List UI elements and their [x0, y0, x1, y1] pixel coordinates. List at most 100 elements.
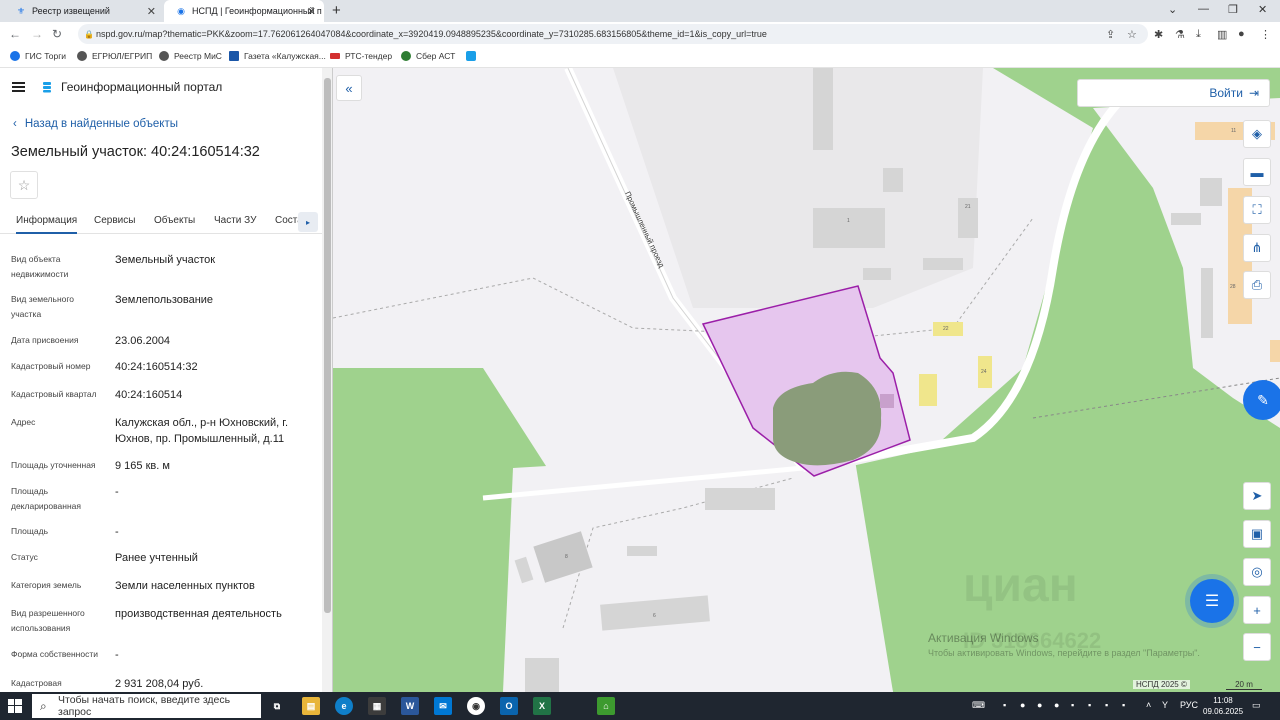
bookmark-label: Сбер АСТ: [416, 51, 456, 61]
building: [923, 258, 963, 270]
tray-icon[interactable]: ●: [1020, 700, 1025, 710]
tray-icon[interactable]: ▪: [1071, 700, 1074, 710]
mail-icon[interactable]: ✉: [434, 697, 452, 715]
chat-icon[interactable]: ☰: [1190, 579, 1234, 623]
download-icon[interactable]: ⤓: [1196, 28, 1201, 41]
back-link[interactable]: ‹ Назад в найденные объекты: [13, 118, 178, 130]
bookmark-icon: [77, 51, 87, 61]
share-icon[interactable]: ⋔: [1243, 234, 1271, 262]
house-number: 6: [653, 613, 656, 619]
property-value: Землепользование: [115, 294, 214, 306]
close-window-icon[interactable]: ✕: [1258, 3, 1267, 16]
property-value: 9 165 кв. м: [115, 460, 170, 472]
keyboard-icon[interactable]: ⌨: [972, 700, 985, 711]
building: [705, 488, 775, 510]
select-area-icon[interactable]: ⛶: [1243, 196, 1271, 224]
property-label: Адрес: [11, 417, 36, 427]
tray-icon[interactable]: ▪: [1003, 700, 1006, 710]
language-indicator[interactable]: РУС: [1180, 700, 1198, 710]
taskbar-search-input[interactable]: ⌕ Чтобы начать поиск, введите здесь запр…: [32, 694, 261, 718]
tab-strip: ⚜ Реестр извещений ✕ ◉ НСПД | Геоинформа…: [0, 0, 1280, 22]
share-icon[interactable]: ⇪: [1106, 28, 1115, 41]
chevron-right-icon[interactable]: ▸: [298, 212, 318, 232]
url-text: nspd.gov.ru/map?thematic=PKK&zoom=17.762…: [96, 29, 767, 39]
tab-objects[interactable]: Объекты: [154, 215, 195, 226]
close-icon[interactable]: ✕: [147, 5, 156, 18]
close-icon[interactable]: ✕: [307, 5, 316, 18]
property-value: -: [115, 526, 119, 538]
reload-icon[interactable]: ↻: [52, 27, 62, 41]
new-tab-icon[interactable]: +: [332, 2, 341, 19]
print-icon[interactable]: ⎙: [1243, 271, 1271, 299]
bookmark-egrul[interactable]: ЕГРЮЛ/ЕГРИП: [77, 51, 152, 61]
sidebar-scrollbar[interactable]: [322, 68, 332, 692]
map-canvas[interactable]: 1 21 22 24 11 28 6 8 Промышленный проезд: [333, 68, 1280, 692]
menu-dots-icon[interactable]: ⋮: [1260, 28, 1271, 41]
globe-icon: ◉: [177, 5, 185, 16]
bookmark-rts[interactable]: РТС-тендер: [330, 51, 392, 61]
extensions-icon[interactable]: ✱: [1154, 28, 1163, 41]
tab-nspd[interactable]: ◉ НСПД | Геоинформационный п ✕: [164, 0, 324, 22]
tab-info[interactable]: Информация: [16, 215, 78, 234]
building: [1171, 213, 1201, 225]
house-number: 21: [965, 204, 971, 210]
notifications-icon[interactable]: ▭: [1252, 700, 1261, 711]
login-button[interactable]: Войти ⇥: [1077, 79, 1270, 107]
tab-services[interactable]: Сервисы: [94, 215, 135, 226]
layers-icon[interactable]: ◈: [1243, 120, 1271, 148]
store-icon[interactable]: ▦: [368, 697, 386, 715]
windows-start-icon[interactable]: [8, 699, 22, 713]
restore-icon[interactable]: ❐: [1228, 3, 1238, 16]
minimize-icon[interactable]: —: [1198, 3, 1209, 15]
word-icon[interactable]: W: [401, 697, 419, 715]
forward-icon[interactable]: →: [31, 27, 43, 41]
chevron-down-icon[interactable]: ⌄: [1168, 3, 1177, 16]
bookmark-star-icon[interactable]: ☆: [1127, 28, 1137, 41]
edge-icon[interactable]: e: [335, 697, 353, 715]
address-bar[interactable]: 🔒 nspd.gov.ru/map?thematic=PKK&zoom=17.7…: [78, 24, 1148, 44]
favorite-star-icon[interactable]: ☆: [10, 171, 38, 199]
menu-icon[interactable]: [12, 82, 25, 92]
tray-icon[interactable]: ●: [1037, 700, 1042, 710]
zoom-out-button[interactable]: −: [1243, 633, 1271, 661]
scroll-thumb[interactable]: [324, 78, 331, 613]
excel-icon[interactable]: X: [533, 697, 551, 715]
feedback-icon[interactable]: ✎: [1243, 380, 1280, 420]
tray-icon[interactable]: ▪: [1122, 700, 1125, 710]
bookmark-gis-torgi[interactable]: ГИС Торги: [10, 51, 66, 61]
outlook-icon[interactable]: O: [500, 697, 518, 715]
zoom-in-button[interactable]: +: [1243, 596, 1271, 624]
back-icon[interactable]: ←: [9, 27, 21, 41]
building: [813, 208, 885, 248]
tray-icon[interactable]: ▪: [1088, 700, 1091, 710]
bookmark-reestr-mis[interactable]: Реестр МиС: [159, 51, 222, 61]
back-link-label: Назад в найденные объекты: [24, 118, 179, 130]
tray-icon[interactable]: ●: [1054, 700, 1059, 710]
bookmark-sber-ast[interactable]: Сбер АСТ: [401, 51, 455, 61]
chrome-icon[interactable]: ◉: [467, 697, 485, 715]
yandex-icon[interactable]: Y: [1162, 700, 1168, 710]
tab-parts[interactable]: Части ЗУ: [214, 215, 256, 226]
clock[interactable]: 11:08 09.06.2025: [1203, 695, 1243, 717]
locate-icon[interactable]: ➤: [1243, 482, 1271, 510]
property-value: 40:24:160514:32: [115, 361, 198, 373]
home-app-icon[interactable]: ⌂: [597, 697, 615, 715]
login-icon: ⇥: [1248, 86, 1259, 100]
bookmark-nspd[interactable]: [466, 51, 481, 61]
tab-reestr[interactable]: ⚜ Реестр извещений ✕: [4, 0, 164, 22]
task-view-icon[interactable]: ⧉: [268, 697, 286, 715]
file-explorer-icon[interactable]: ▤: [302, 697, 320, 715]
minimap-icon[interactable]: ▣: [1243, 520, 1271, 548]
tray-icon[interactable]: ▪: [1105, 700, 1108, 710]
map-view[interactable]: 1 21 22 24 11 28 6 8 Промышленный проезд…: [333, 68, 1280, 692]
geo-search-icon[interactable]: ◎: [1243, 558, 1271, 586]
collapse-sidebar-button[interactable]: «: [336, 75, 362, 101]
bookmark-gazeta[interactable]: Газета «Калужская...: [229, 51, 326, 61]
ruler-icon[interactable]: ▬: [1243, 158, 1271, 186]
sidepanel-icon[interactable]: ▥: [1217, 28, 1227, 41]
chevron-left-icon: ‹: [13, 118, 17, 130]
profile-icon[interactable]: ●: [1238, 28, 1245, 40]
property-label: Вид объекта недвижимости: [11, 254, 69, 279]
chevron-up-icon[interactable]: ˄: [1146, 700, 1151, 710]
lab-icon[interactable]: ⚗: [1175, 28, 1185, 41]
